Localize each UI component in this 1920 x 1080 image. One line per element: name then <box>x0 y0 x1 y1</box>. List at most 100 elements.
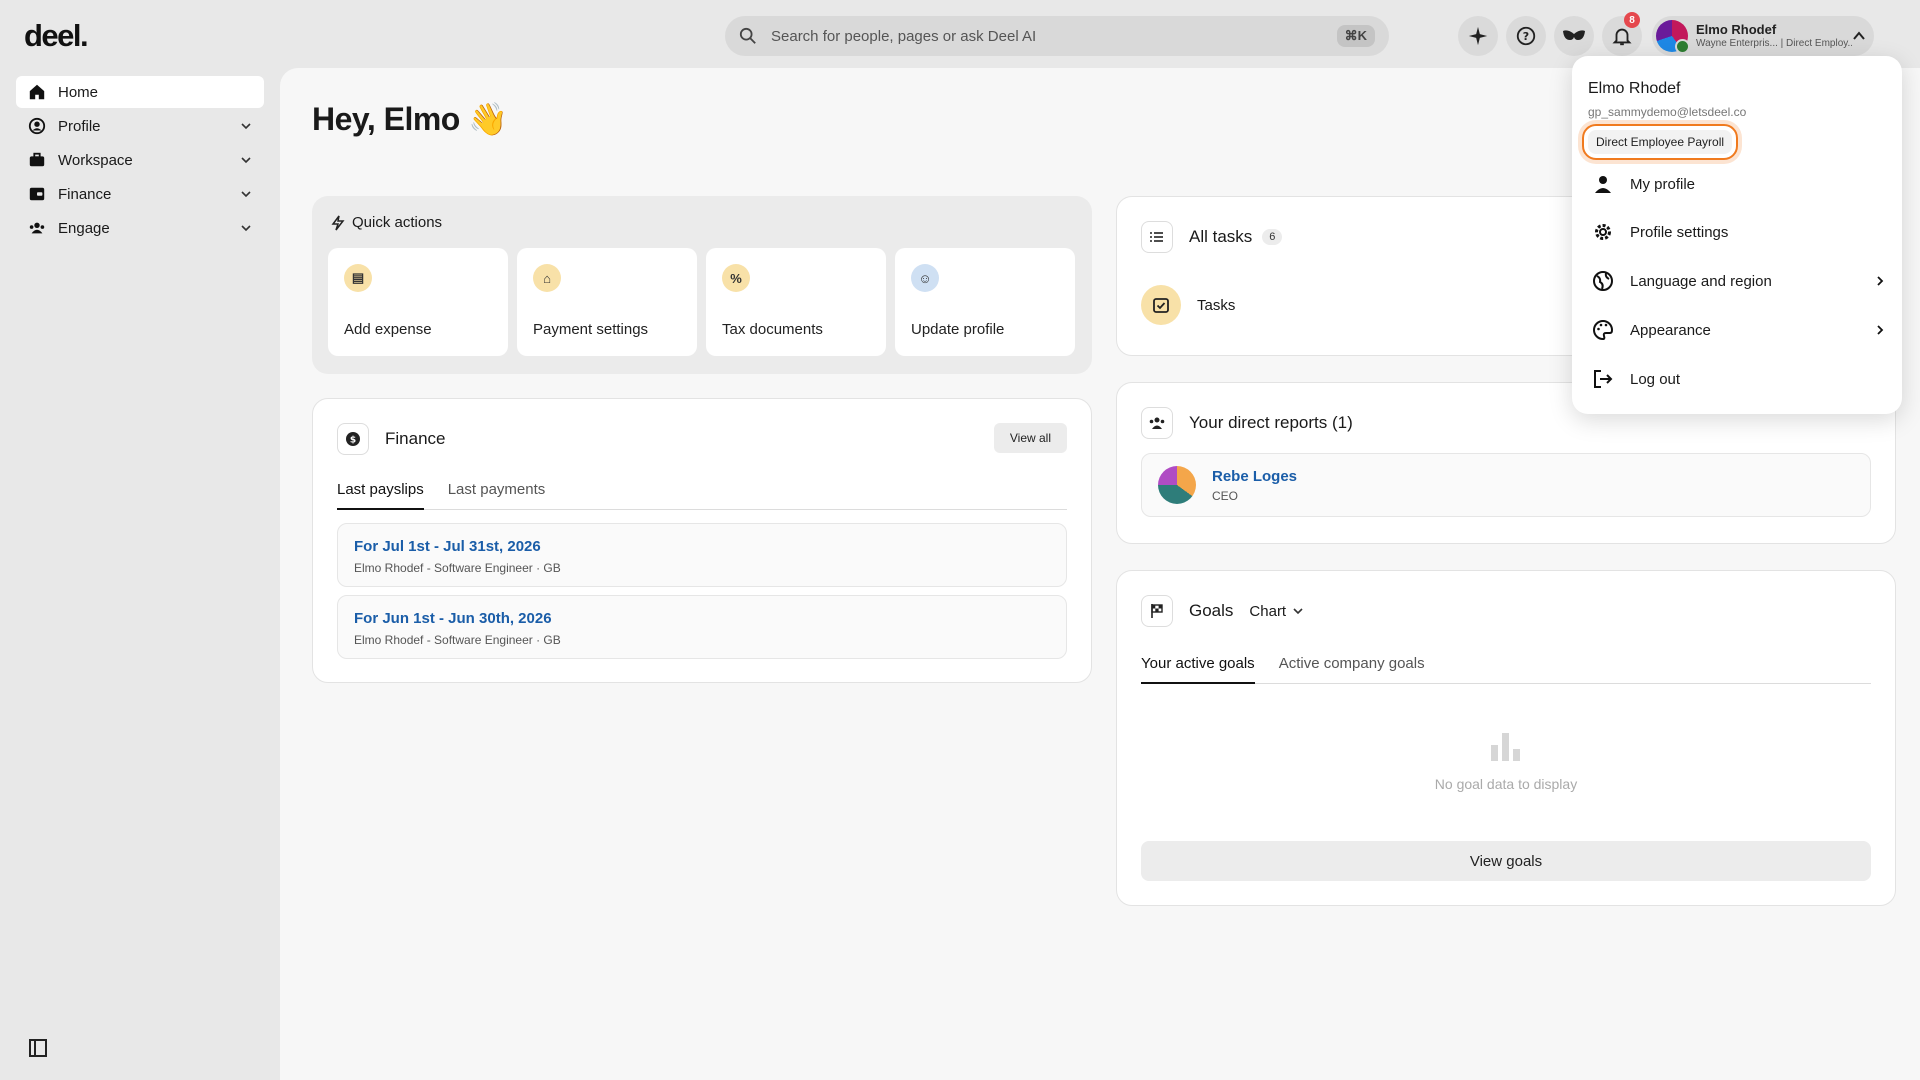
bar-chart-icon <box>1491 733 1520 761</box>
deel-logo[interactable]: deel. <box>24 18 89 54</box>
goals-card: Goals Chart Your active goals Active com… <box>1116 570 1896 906</box>
quick-action-tax-documents[interactable]: % Tax documents <box>706 248 886 356</box>
chevron-down-icon <box>1293 608 1303 615</box>
payslip-row[interactable]: For Jun 1st - Jun 30th, 2026 Elmo Rhodef… <box>337 595 1067 659</box>
sparkle-icon <box>1468 26 1488 46</box>
avatar <box>1158 466 1196 504</box>
search-bar[interactable]: Search for people, pages or ask Deel AI … <box>725 16 1389 56</box>
account-name: Elmo Rhodef <box>1696 22 1777 37</box>
goals-view-select[interactable]: Chart <box>1249 603 1304 620</box>
notification-count-badge: 8 <box>1624 12 1640 28</box>
svg-text:$: $ <box>350 436 356 446</box>
goals-view-mode: Chart <box>1249 602 1287 620</box>
chevron-right-icon <box>1877 276 1884 286</box>
profile-type-label: Direct Employee Payroll <box>1588 130 1733 154</box>
bell-icon <box>1612 28 1632 46</box>
person-icon <box>1595 176 1611 193</box>
sidebar-item-label: Engage <box>58 219 110 237</box>
sidebar-collapse-icon[interactable] <box>28 1038 48 1058</box>
quick-action-label: Payment settings <box>533 321 649 338</box>
tasks-item-label: Tasks <box>1197 296 1236 314</box>
menu-item-profile-settings[interactable]: Profile settings <box>1592 217 1886 247</box>
account-subtitle: Wayne Enterpris... | Direct Employ... <box>1696 38 1852 49</box>
bank-icon: ⌂ <box>533 264 561 292</box>
globe-icon <box>1593 271 1613 291</box>
help-button[interactable]: ? <box>1506 16 1546 56</box>
quick-action-label: Add expense <box>344 321 432 338</box>
finance-title: Finance <box>385 429 446 448</box>
sidebar-item-label: Home <box>58 83 99 101</box>
menu-item-language-region[interactable]: Language and region <box>1592 266 1886 296</box>
quick-action-label: Update profile <box>911 321 1005 338</box>
tasks-count-badge: 6 <box>1262 229 1283 245</box>
finance-card: $ Finance View all Last payslips Last pa… <box>312 398 1092 683</box>
briefcase-icon <box>29 152 45 167</box>
menu-item-label: My profile <box>1630 175 1696 193</box>
menu-item-my-profile[interactable]: My profile <box>1592 169 1886 199</box>
payslip-period: For Jul 1st - Jul 31st, 2026 <box>354 538 541 555</box>
dollar-icon: $ <box>337 423 369 455</box>
ai-sparkle-button[interactable] <box>1458 16 1498 56</box>
palette-icon <box>1593 319 1614 341</box>
quick-action-update-profile[interactable]: ☺ Update profile <box>895 248 1075 356</box>
tab-last-payslips[interactable]: Last payslips <box>337 481 424 510</box>
sidebar-item-label: Finance <box>58 185 112 203</box>
search-icon <box>739 27 756 44</box>
team-icon <box>1141 407 1173 439</box>
sidebar-item-finance[interactable]: Finance <box>16 178 264 210</box>
menu-user-name: Elmo Rhodef <box>1588 80 1681 97</box>
goals-title: Goals <box>1189 601 1234 620</box>
chevron-right-icon <box>1877 325 1884 335</box>
payslip-period: For Jun 1st - Jun 30th, 2026 <box>354 610 552 627</box>
tab-active-company-goals[interactable]: Active company goals <box>1279 655 1425 683</box>
chevron-down-icon <box>241 123 251 130</box>
quick-action-label: Tax documents <box>722 321 823 338</box>
flag-icon <box>1141 595 1173 627</box>
quick-action-add-expense[interactable]: ▤ Add expense <box>328 248 508 356</box>
direct-report-name[interactable]: Rebe Loges <box>1212 468 1297 485</box>
menu-item-appearance[interactable]: Appearance <box>1592 315 1886 345</box>
mask-button[interactable] <box>1554 16 1594 56</box>
lightning-icon <box>331 215 345 230</box>
view-goals-button[interactable]: View goals <box>1141 841 1871 881</box>
quick-actions-panel: Quick actions ▤ Add expense ⌂ Payment se… <box>312 196 1092 374</box>
payslip-details: Elmo Rhodef - Software Engineer · GB <box>354 561 561 575</box>
user-circle-icon: ☺ <box>911 264 939 292</box>
wallet-icon <box>29 187 45 201</box>
menu-item-log-out[interactable]: Log out <box>1592 364 1886 394</box>
people-icon <box>29 222 45 234</box>
tasks-item[interactable]: Tasks <box>1141 285 1235 325</box>
percent-icon: % <box>722 264 750 292</box>
gear-icon <box>1595 224 1611 240</box>
account-dropdown-menu: Elmo Rhodef gp_sammydemo@letsdeel.co Dir… <box>1572 56 1902 414</box>
payslip-row[interactable]: For Jul 1st - Jul 31st, 2026 Elmo Rhodef… <box>337 523 1067 587</box>
quick-action-payment-settings[interactable]: ⌂ Payment settings <box>517 248 697 356</box>
sidebar-item-engage[interactable]: Engage <box>16 212 264 244</box>
tab-last-payments[interactable]: Last payments <box>448 481 546 509</box>
sidebar-nav: Home Profile Workspace Finance Engage <box>16 76 264 246</box>
account-menu-button[interactable]: Elmo Rhodef Wayne Enterpris... | Direct … <box>1652 16 1874 56</box>
direct-report-row[interactable]: Rebe Loges CEO <box>1141 453 1871 517</box>
profile-type-badge[interactable]: Direct Employee Payroll <box>1582 124 1739 160</box>
sidebar-item-label: Workspace <box>58 151 133 169</box>
menu-item-label: Appearance <box>1630 321 1711 339</box>
sidebar-item-home[interactable]: Home <box>16 76 264 108</box>
tab-your-active-goals[interactable]: Your active goals <box>1141 655 1255 684</box>
goals-empty-state: No goal data to display <box>1117 731 1895 792</box>
finance-view-all-button[interactable]: View all <box>993 423 1067 453</box>
sidebar-item-workspace[interactable]: Workspace <box>16 144 264 176</box>
sidebar-item-profile[interactable]: Profile <box>16 110 264 142</box>
svg-text:?: ? <box>1523 30 1529 43</box>
search-placeholder: Search for people, pages or ask Deel AI <box>771 27 1037 45</box>
chevron-down-icon <box>241 225 251 232</box>
goals-empty-text: No goal data to display <box>1434 776 1578 792</box>
notifications-button[interactable]: 8 <box>1602 12 1642 56</box>
user-circle-icon <box>28 117 46 135</box>
avatar <box>1656 20 1690 54</box>
direct-report-role: CEO <box>1212 488 1239 503</box>
help-icon: ? <box>1516 26 1536 46</box>
sidebar-item-label: Profile <box>58 117 101 135</box>
menu-item-label: Language and region <box>1630 272 1772 290</box>
home-icon <box>29 84 45 100</box>
tasks-title: All tasks <box>1189 227 1253 246</box>
